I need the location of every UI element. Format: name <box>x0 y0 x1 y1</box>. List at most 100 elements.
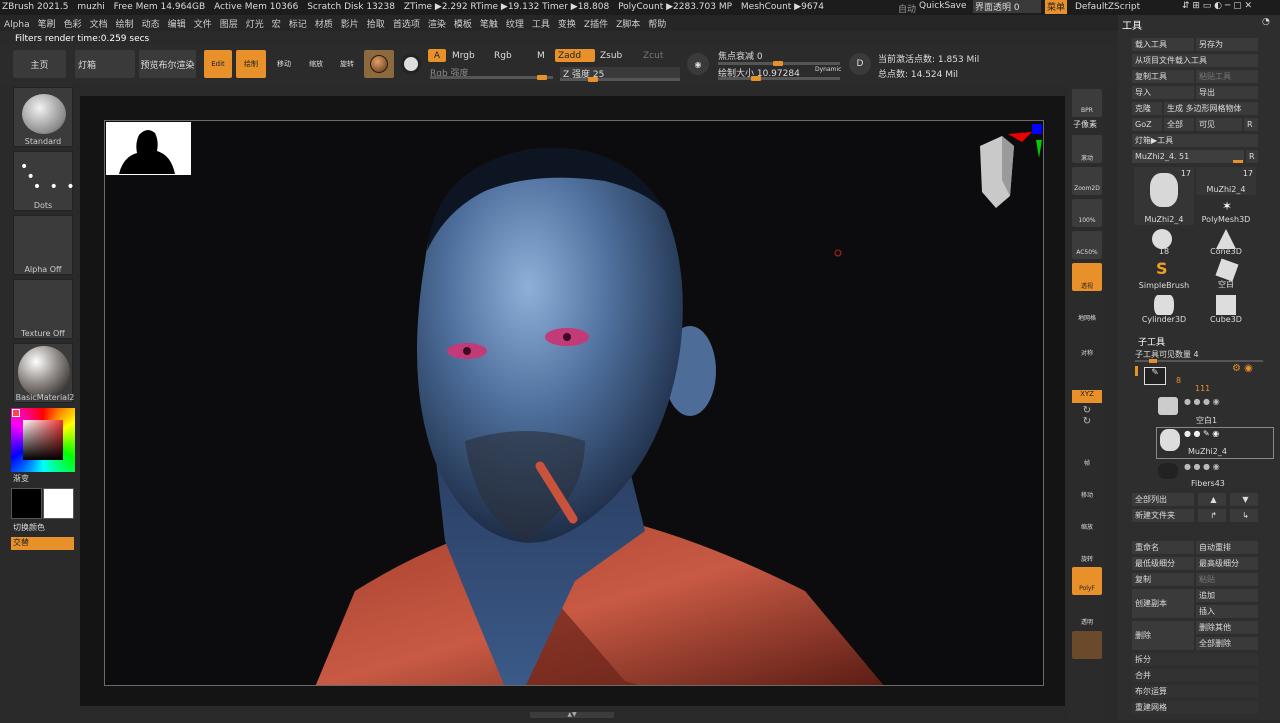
move-view-button[interactable]: 移动 <box>1072 472 1102 500</box>
menu-material[interactable]: 材质 <box>311 15 337 32</box>
canvas-area[interactable] <box>80 96 1065 706</box>
bottom-tray-handle[interactable]: ▲▼ <box>530 712 614 718</box>
tool-tile-simplebrush[interactable]: S SimpleBrush <box>1134 259 1194 291</box>
color-picker[interactable] <box>11 408 75 472</box>
lock-icon[interactable] <box>1072 360 1102 388</box>
make-polymesh-button[interactable]: 生成 多边形网格物体 <box>1164 102 1258 115</box>
menu-edit[interactable]: 编辑 <box>164 15 190 32</box>
menu-marker[interactable]: 标记 <box>285 15 311 32</box>
document-canvas[interactable] <box>104 120 1044 686</box>
transparency-button[interactable]: 透明 <box>1072 599 1102 627</box>
interface-transparency-slider[interactable]: 界面透明 0 <box>973 0 1041 13</box>
menu-document[interactable]: 文档 <box>86 15 112 32</box>
settings-gear-icon[interactable]: ⚙ ◉ <box>1232 363 1253 374</box>
new-folder-button[interactable]: 新建文件夹 <box>1132 509 1194 522</box>
scale-view-button[interactable]: 缩放 <box>1072 504 1102 532</box>
edit-button[interactable]: Edit <box>204 50 232 78</box>
scale-button[interactable]: 缩放 <box>302 50 330 78</box>
goz-visible-button[interactable]: 可见 <box>1196 118 1242 131</box>
menu-color[interactable]: 色彩 <box>60 15 86 32</box>
goz-button[interactable]: GoZ <box>1132 118 1162 131</box>
menu-tool[interactable]: 工具 <box>528 15 554 32</box>
z-intensity-slider[interactable] <box>560 77 680 82</box>
paste-button[interactable]: 粘贴 <box>1196 573 1258 586</box>
paste-tool-button[interactable]: 粘贴工具 <box>1196 70 1258 83</box>
list-all-button[interactable]: 全部列出 <box>1132 493 1194 506</box>
lightbox-tool-button[interactable]: 灯箱▶工具 <box>1132 134 1258 147</box>
append-button[interactable]: 追加 <box>1196 589 1258 602</box>
tool-tile-muzhi-small[interactable]: 17 MuZhi2_4 <box>1196 167 1256 195</box>
menu-preferences[interactable]: 首选项 <box>389 15 424 32</box>
menu-texture[interactable]: 纹理 <box>502 15 528 32</box>
draw-size-icon[interactable]: D <box>849 53 871 75</box>
draw-size-knob[interactable] <box>751 76 761 81</box>
ac50-button[interactable]: AC50% <box>1072 231 1102 259</box>
scroll-button[interactable]: 滚动 <box>1072 135 1102 163</box>
default-zscript-button[interactable]: DefaultZScript <box>1075 2 1140 12</box>
highest-subdiv-button[interactable]: 最高级细分 <box>1196 557 1258 570</box>
solo-button[interactable] <box>1072 665 1102 693</box>
perspective-button[interactable]: 透视 <box>1072 263 1102 291</box>
menu-movie[interactable]: 影片 <box>337 15 363 32</box>
tool-tile-cylinder3d[interactable]: Cylinder3D <box>1134 293 1194 325</box>
subtool-name-muzhi[interactable]: MuZhi2_4 <box>1188 447 1227 456</box>
lightbox-button[interactable]: 灯箱 <box>75 50 135 78</box>
goz-all-button[interactable]: 全部 <box>1164 118 1194 131</box>
menu-picker[interactable]: 拾取 <box>363 15 389 32</box>
subtool-scrollbar[interactable] <box>1135 366 1138 376</box>
frame-button[interactable]: 帧 <box>1072 440 1102 468</box>
alternate-button[interactable]: 交替 <box>11 537 74 550</box>
menu-light[interactable]: 灯光 <box>242 15 268 32</box>
zadd-toggle[interactable]: Zadd <box>555 49 595 62</box>
floor-grid-button[interactable]: 地网格 <box>1072 295 1102 323</box>
subtool-name-fibers[interactable]: Fibers43 <box>1191 479 1225 488</box>
subtool-visible-slider[interactable] <box>1135 359 1263 363</box>
tool-tile-blank[interactable]: 空白 <box>1196 258 1256 291</box>
menu-macro[interactable]: 宏 <box>268 15 285 32</box>
boolean-section[interactable]: 布尔运算 <box>1132 685 1258 698</box>
palette-options-icon[interactable]: ◔ <box>1262 17 1270 27</box>
folder-icon[interactable]: ✎ <box>1144 367 1166 385</box>
quicksave-button[interactable]: QuickSave <box>919 1 967 11</box>
tool-tile-cube3d[interactable]: Cube3D <box>1196 293 1256 325</box>
home-button[interactable]: 主页 <box>13 50 66 78</box>
export-button[interactable]: 导出 <box>1196 86 1258 99</box>
material-sphere-icon[interactable] <box>364 50 394 78</box>
focal-shift-field[interactable]: 焦点衰减 0 <box>718 49 763 62</box>
draw-size-slider[interactable] <box>718 76 840 81</box>
tool-tile-polymesh3d[interactable]: ✶ PolyMesh3D <box>1196 197 1256 225</box>
color-material-toggle-icon[interactable] <box>398 50 424 78</box>
insert-button[interactable]: 插入 <box>1196 605 1258 618</box>
zsub-toggle[interactable]: Zsub <box>600 51 622 61</box>
goz-r-button[interactable]: R <box>1244 118 1258 131</box>
rotate-button[interactable]: 旋转 <box>333 50 361 78</box>
draw-button[interactable]: 绘制 <box>236 50 266 78</box>
menu-file[interactable]: 文件 <box>190 15 216 32</box>
zcut-toggle[interactable]: Zcut <box>643 51 663 61</box>
menu-zscript[interactable]: Z脚本 <box>612 15 644 32</box>
load-tool-button[interactable]: 载入工具 <box>1132 38 1194 51</box>
rotate-view-button[interactable]: 旋转 <box>1072 536 1102 564</box>
rgb-intensity-slider[interactable] <box>430 75 553 80</box>
mrgb-toggle[interactable]: Mrgb <box>452 51 475 61</box>
delete-other-button[interactable]: 删除其他 <box>1196 621 1258 634</box>
tool-tile-sphere[interactable]: 18 <box>1134 227 1194 257</box>
auto-reorder-button[interactable]: 自动重排 <box>1196 541 1258 554</box>
merge-section[interactable]: 合并 <box>1132 669 1258 682</box>
xyz-button[interactable]: XYZ <box>1072 390 1102 403</box>
z-intensity-knob[interactable] <box>587 77 598 82</box>
visibility-eye-icon[interactable]: ● ● ● ◉ <box>1184 397 1220 406</box>
rgb-intensity-knob[interactable] <box>537 75 548 80</box>
menu-layer[interactable]: 图层 <box>216 15 242 32</box>
window-controls-icon[interactable]: ⇵ ⊞ ▭ ◐ ─ ▢ ✕ <box>1182 1 1252 11</box>
preview-bpr-button[interactable]: 预览布尔渲染 <box>139 50 196 78</box>
a-toggle[interactable]: A <box>428 49 446 62</box>
menu-zplugin[interactable]: Z插件 <box>580 15 612 32</box>
move-up-icon[interactable]: ▲ <box>1198 493 1226 506</box>
tool-tile-muzhi[interactable]: 17 MuZhi2_4 <box>1134 167 1194 225</box>
symmetry-button[interactable]: 对称 <box>1072 330 1102 358</box>
copy-button[interactable]: 复制 <box>1132 573 1194 586</box>
focal-shift-icon[interactable]: ◉ <box>687 53 709 75</box>
arrow-down-right-icon[interactable]: ↳ <box>1230 509 1258 522</box>
switch-color-button[interactable]: 切换颜色 <box>13 522 45 533</box>
